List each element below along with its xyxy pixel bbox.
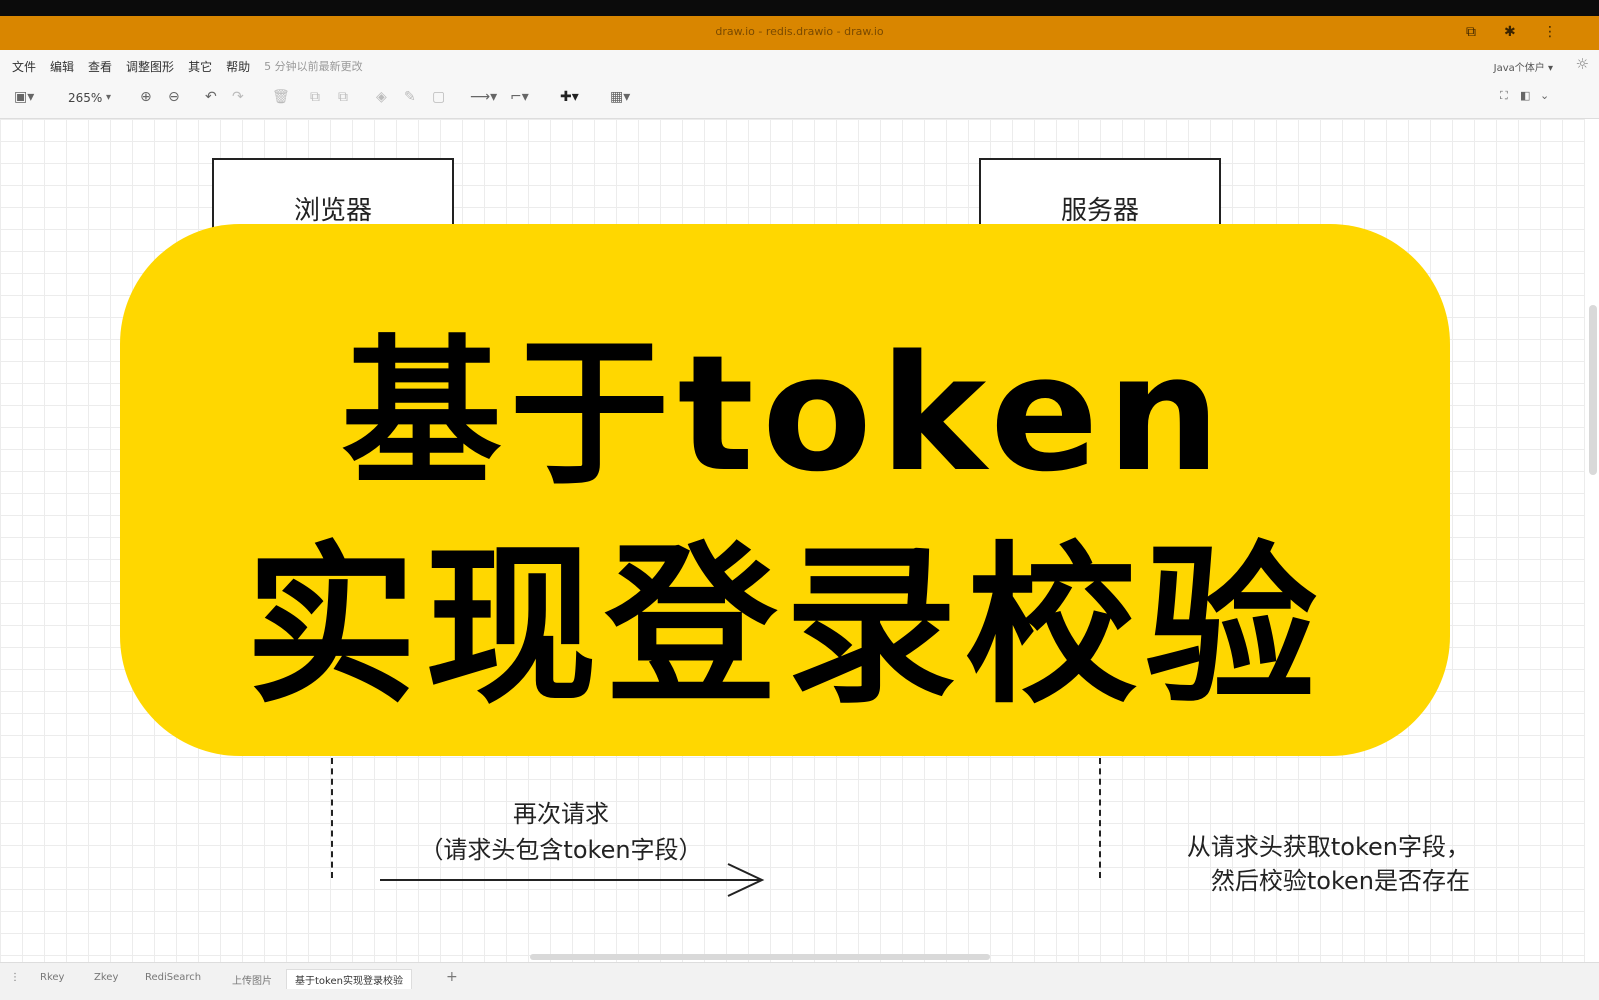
redo-icon[interactable]: ↷ (232, 89, 244, 105)
delete-icon[interactable]: 🗑 (272, 89, 290, 105)
zoom-out-icon[interactable]: ⊖ (168, 89, 180, 105)
page-tab[interactable]: 上传图片 (232, 972, 272, 987)
fullscreen-icon[interactable]: ⛶ (1500, 89, 1508, 103)
toolbar: ▣▾ 265% ▾ ⊕ ⊖ ↶ ↷ 🗑 ⧉ ⧉ ◈ ✎ ▢ ⟶▾ ⌐▾ ✚▾ ▦… (0, 80, 1599, 119)
shadow-icon[interactable]: ▢ (432, 89, 445, 105)
browser-lifeline[interactable] (331, 758, 333, 878)
vertical-scrollbar[interactable] (1589, 305, 1597, 475)
insert-icon[interactable]: ✚▾ (560, 89, 579, 105)
format-panel-icon[interactable]: ▣▾ (14, 89, 34, 105)
menu-edit[interactable]: 编辑 (50, 58, 74, 75)
title-bar: draw.io - redis.drawio - draw.io ⧉ ✱ ⋮ (0, 16, 1599, 50)
server-label: 服务器 (1060, 196, 1139, 226)
menu-help[interactable]: 帮助 (226, 58, 250, 75)
os-top-bar (0, 0, 1599, 16)
request-label[interactable]: 再次请求 （请求头包含token字段） (380, 796, 742, 868)
overlay-title-line1: 基于token (341, 320, 1229, 507)
zoom-select[interactable]: 265% (68, 91, 102, 105)
request-arrow[interactable] (378, 860, 768, 900)
translate-icon[interactable]: ⧉ (1466, 24, 1476, 40)
menu-extras[interactable]: 其它 (188, 58, 212, 75)
server-note-line2: 然后校验token是否存在 (1210, 867, 1470, 895)
account-menu[interactable]: Java个体户 ▾ (1494, 59, 1553, 74)
line-color-icon[interactable]: ✎ (404, 89, 416, 105)
add-page-icon[interactable]: + (446, 969, 458, 985)
server-lifeline[interactable] (1099, 758, 1101, 878)
waypoints-icon[interactable]: ⌐▾ (510, 89, 529, 105)
title-overlay: 基于token 实现登录校验 (120, 224, 1450, 756)
window-title: draw.io - redis.drawio - draw.io (715, 25, 884, 38)
more-icon[interactable]: ⋮ (1543, 24, 1557, 40)
extensions-icon[interactable]: ✱ (1504, 24, 1516, 40)
server-note[interactable]: 从请求头获取token字段， 然后校验token是否存在 (1140, 830, 1470, 898)
page-tab[interactable]: RediSearch (145, 972, 201, 983)
page-tab-active[interactable]: 基于token实现登录校验 (286, 969, 412, 989)
server-note-line1: 从请求头获取token字段， (1186, 833, 1470, 861)
to-back-icon[interactable]: ⧉ (338, 89, 348, 105)
horizontal-scrollbar[interactable] (530, 954, 990, 960)
settings-icon[interactable]: ☼ (1576, 55, 1589, 73)
fill-color-icon[interactable]: ◈ (376, 89, 387, 105)
zoom-in-icon[interactable]: ⊕ (140, 89, 152, 105)
menu-bar: 文件 编辑 查看 调整图形 其它 帮助 5 分钟以前最新更改 Java个体户 ▾… (0, 50, 1599, 80)
menu-file[interactable]: 文件 (12, 58, 36, 75)
request-label-line1: 再次请求 (513, 800, 609, 828)
table-icon[interactable]: ▦▾ (610, 89, 630, 105)
to-front-icon[interactable]: ⧉ (310, 89, 320, 105)
pages-menu-icon[interactable]: ⋮ (10, 972, 20, 983)
page-tab-bar: ⋮ Rkey Zkey RediSearch 上传图片 基于token实现登录校… (0, 962, 1599, 1000)
zoom-dropdown-icon[interactable]: ▾ (106, 92, 111, 103)
menu-arrange[interactable]: 调整图形 (126, 58, 174, 75)
page-tab[interactable]: Rkey (40, 972, 64, 983)
page-tab[interactable]: Zkey (94, 972, 118, 983)
format-toggle-icon[interactable]: ◧ (1520, 89, 1530, 102)
undo-icon[interactable]: ↶ (205, 89, 217, 105)
menu-view[interactable]: 查看 (88, 58, 112, 75)
browser-label: 浏览器 (293, 196, 372, 226)
connection-icon[interactable]: ⟶▾ (470, 89, 497, 105)
collapse-icon[interactable]: ⌄ (1540, 89, 1549, 102)
overlay-title-line2: 实现登录校验 (245, 526, 1325, 727)
last-change-hint[interactable]: 5 分钟以前最新更改 (264, 58, 363, 75)
